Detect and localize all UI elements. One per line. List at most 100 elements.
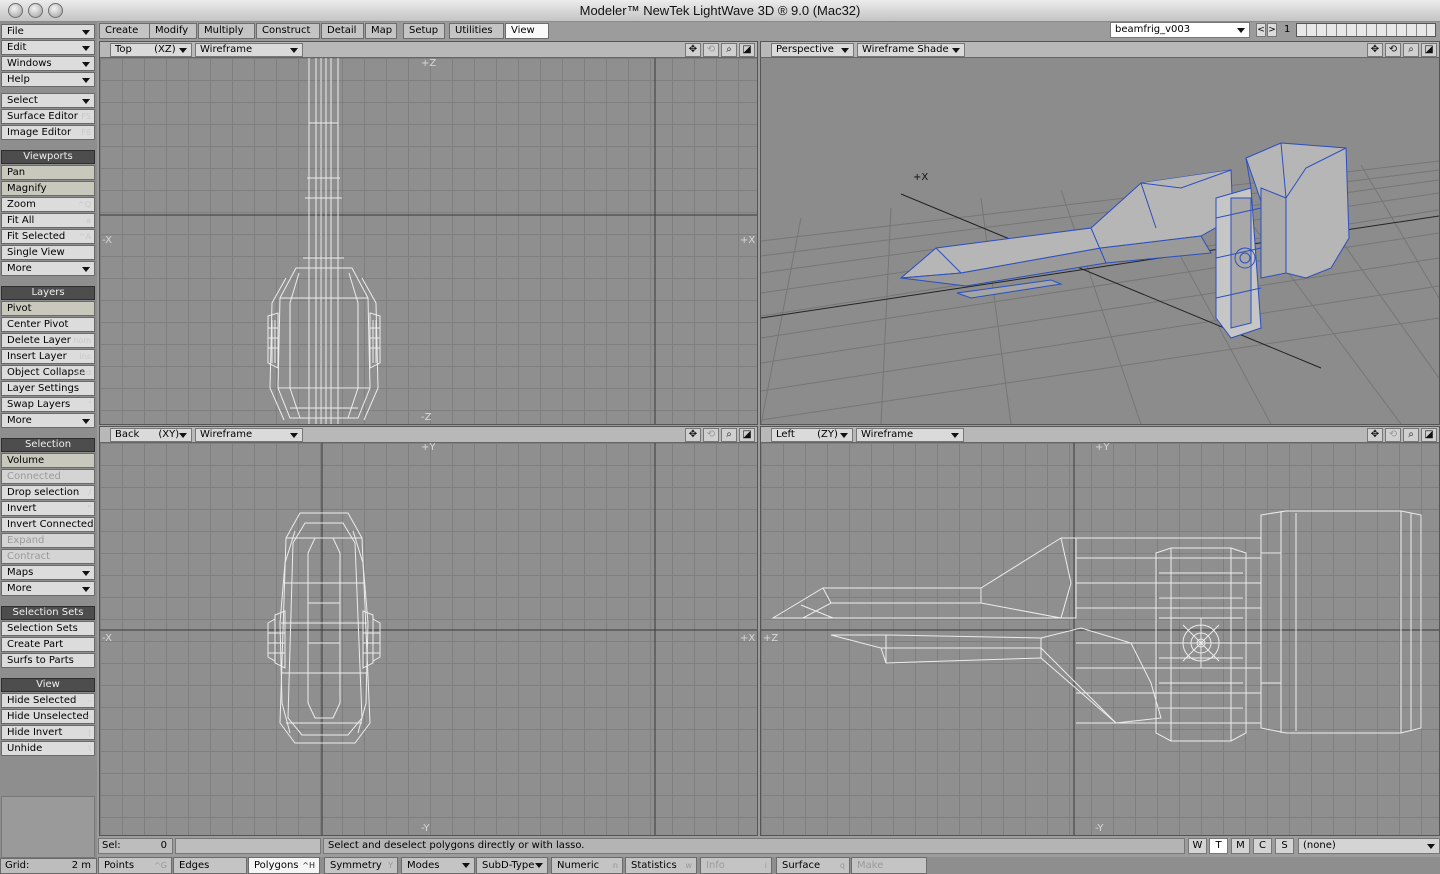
tab-detail[interactable]: Detail <box>321 23 364 39</box>
selection-sets-button[interactable]: Selection Sets <box>1 621 95 636</box>
move-view-icon[interactable]: ✥ <box>685 43 701 57</box>
edges-mode-button[interactable]: Edges <box>173 857 247 874</box>
texture-map-toggle[interactable]: T <box>1209 838 1228 854</box>
viewport-canvas[interactable]: +X <box>761 58 1439 424</box>
view-type-select[interactable]: Top (XZ) <box>110 43 192 57</box>
viewport-back[interactable]: Back (XY) Wireframe ✥ ⟲ ⌕ ◪ +Y -Y -X +X <box>99 426 758 836</box>
surface-editor-button[interactable]: Surface Editor F5 <box>1 109 95 124</box>
fit-selected-button[interactable]: Fit Selected ^A <box>1 229 95 244</box>
connected-button[interactable]: Connected <box>1 469 95 484</box>
contract-button[interactable]: Contract <box>1 549 95 564</box>
rotate-view-icon[interactable]: ⟲ <box>703 428 719 442</box>
surface-button[interactable]: Surface q <box>776 857 850 874</box>
selection-map-toggle[interactable]: S <box>1275 838 1294 854</box>
unhide-button[interactable]: Unhide \ <box>1 741 95 756</box>
magnify-button[interactable]: Magnify <box>1 181 95 196</box>
rotate-view-icon[interactable]: ⟲ <box>1385 43 1401 57</box>
zoom-view-icon[interactable]: ⌕ <box>721 43 737 57</box>
symmetry-toggle[interactable]: Symmetry Y <box>324 857 398 874</box>
maximize-view-icon[interactable]: ◪ <box>739 428 755 442</box>
tab-setup[interactable]: Setup <box>403 23 445 39</box>
tab-modify[interactable]: Modify <box>149 23 197 39</box>
center-pivot-button[interactable]: Center Pivot <box>1 317 95 332</box>
move-view-icon[interactable]: ✥ <box>1367 428 1383 442</box>
select-menu[interactable]: Select <box>1 93 95 108</box>
weight-map-toggle[interactable]: W <box>1188 838 1207 854</box>
maximize-view-icon[interactable]: ◪ <box>1421 43 1437 57</box>
tab-create[interactable]: Create <box>99 23 151 39</box>
statistics-button[interactable]: Statistics w <box>625 857 697 874</box>
tab-multiply[interactable]: Multiply <box>198 23 255 39</box>
next-layer-button[interactable]: > <box>1267 23 1277 37</box>
vertex-map-select[interactable]: (none) <box>1298 838 1440 854</box>
points-mode-button[interactable]: Points ^G <box>98 857 172 874</box>
delete-layer-button[interactable]: Delete Layer hom <box>1 333 95 348</box>
windows-menu[interactable]: Windows <box>1 56 95 71</box>
selection-more-menu[interactable]: More <box>1 581 95 596</box>
viewport-top[interactable]: Top (XZ) Wireframe ✥ ⟲ ⌕ ◪ +Z -Z -X +X <box>99 41 758 425</box>
make-button[interactable]: Make <box>851 857 927 874</box>
info-button[interactable]: Info i <box>700 857 772 874</box>
render-mode-select[interactable]: Wireframe <box>195 428 303 442</box>
file-menu[interactable]: File <box>1 24 95 39</box>
hide-invert-button[interactable]: Hide Invert | <box>1 725 95 740</box>
viewports-more-menu[interactable]: More <box>1 261 95 276</box>
create-part-button[interactable]: Create Part <box>1 637 95 652</box>
single-view-button[interactable]: Single View <box>1 245 95 260</box>
polygons-mode-button[interactable]: Polygons ^H <box>248 857 320 874</box>
viewport-canvas[interactable]: +Y -Y -X +X <box>100 442 757 835</box>
zoom-button[interactable]: Zoom ^Q <box>1 197 95 212</box>
pivot-button[interactable]: Pivot <box>1 301 95 316</box>
viewport-perspective[interactable]: Perspective Wireframe Shade ✥ ⟲ ⌕ ◪ +X <box>760 41 1440 425</box>
image-editor-button[interactable]: Image Editor F6 <box>1 125 95 140</box>
zoom-window-button[interactable] <box>48 3 63 18</box>
object-collapse-button[interactable]: Object Collapse end <box>1 365 95 380</box>
hide-selected-button[interactable]: Hide Selected - <box>1 693 95 708</box>
minimize-window-button[interactable] <box>28 3 43 18</box>
edit-menu[interactable]: Edit <box>1 40 95 55</box>
insert-layer-button[interactable]: Insert Layer ins <box>1 349 95 364</box>
view-type-select[interactable]: Perspective <box>771 43 854 57</box>
hide-unselected-button[interactable]: Hide Unselected = <box>1 709 95 724</box>
render-mode-select[interactable]: Wireframe Shade <box>857 43 965 57</box>
maps-menu[interactable]: Maps <box>1 565 95 580</box>
maximize-view-icon[interactable]: ◪ <box>1421 428 1437 442</box>
tab-utilities[interactable]: Utilities <box>449 23 504 39</box>
object-select[interactable]: beamfrig_v003 <box>1110 22 1250 38</box>
tab-map[interactable]: Map <box>365 23 397 39</box>
viewport-canvas[interactable]: +Y -Y +Z <box>761 442 1439 835</box>
view-type-select[interactable]: Left (ZY) <box>771 428 853 442</box>
expand-button[interactable]: Expand <box>1 533 95 548</box>
morph-map-toggle[interactable]: M <box>1231 838 1250 854</box>
zoom-view-icon[interactable]: ⌕ <box>1403 43 1419 57</box>
close-window-button[interactable] <box>8 3 23 18</box>
layer-slots[interactable] <box>1296 23 1436 37</box>
rotate-view-icon[interactable]: ⟲ <box>1385 428 1401 442</box>
viewport-left[interactable]: Left (ZY) Wireframe ✥ ⟲ ⌕ ◪ +Y -Y +Z <box>760 426 1440 836</box>
surfs-to-parts-button[interactable]: Surfs to Parts <box>1 653 95 668</box>
help-menu[interactable]: Help <box>1 72 95 87</box>
fit-all-button[interactable]: Fit All a <box>1 213 95 228</box>
tab-view[interactable]: View <box>505 23 549 39</box>
numeric-button[interactable]: Numeric n <box>551 857 623 874</box>
move-view-icon[interactable]: ✥ <box>1367 43 1383 57</box>
invert-connected-button[interactable]: Invert Connected <box>1 517 95 532</box>
previous-layer-button[interactable]: < <box>1256 23 1266 37</box>
color-map-toggle[interactable]: C <box>1253 838 1272 854</box>
pan-button[interactable]: Pan <box>1 165 95 180</box>
view-type-select[interactable]: Back (XY) <box>110 428 192 442</box>
drop-selection-button[interactable]: Drop selection / <box>1 485 95 500</box>
volume-button[interactable]: Volume ^J <box>1 453 95 468</box>
modes-menu[interactable]: Modes <box>401 857 475 874</box>
zoom-view-icon[interactable]: ⌕ <box>721 428 737 442</box>
swap-layers-button[interactable]: Swap Layers ' <box>1 397 95 412</box>
zoom-view-icon[interactable]: ⌕ <box>1403 428 1419 442</box>
render-mode-select[interactable]: Wireframe <box>856 428 964 442</box>
maximize-view-icon[interactable]: ◪ <box>739 43 755 57</box>
subd-type-menu[interactable]: SubD-Type <box>476 857 548 874</box>
layers-more-menu[interactable]: More <box>1 413 95 428</box>
move-view-icon[interactable]: ✥ <box>685 428 701 442</box>
tab-construct[interactable]: Construct <box>256 23 320 39</box>
invert-button[interactable]: Invert " <box>1 501 95 516</box>
viewport-canvas[interactable]: +Z -Z -X +X <box>100 58 757 424</box>
